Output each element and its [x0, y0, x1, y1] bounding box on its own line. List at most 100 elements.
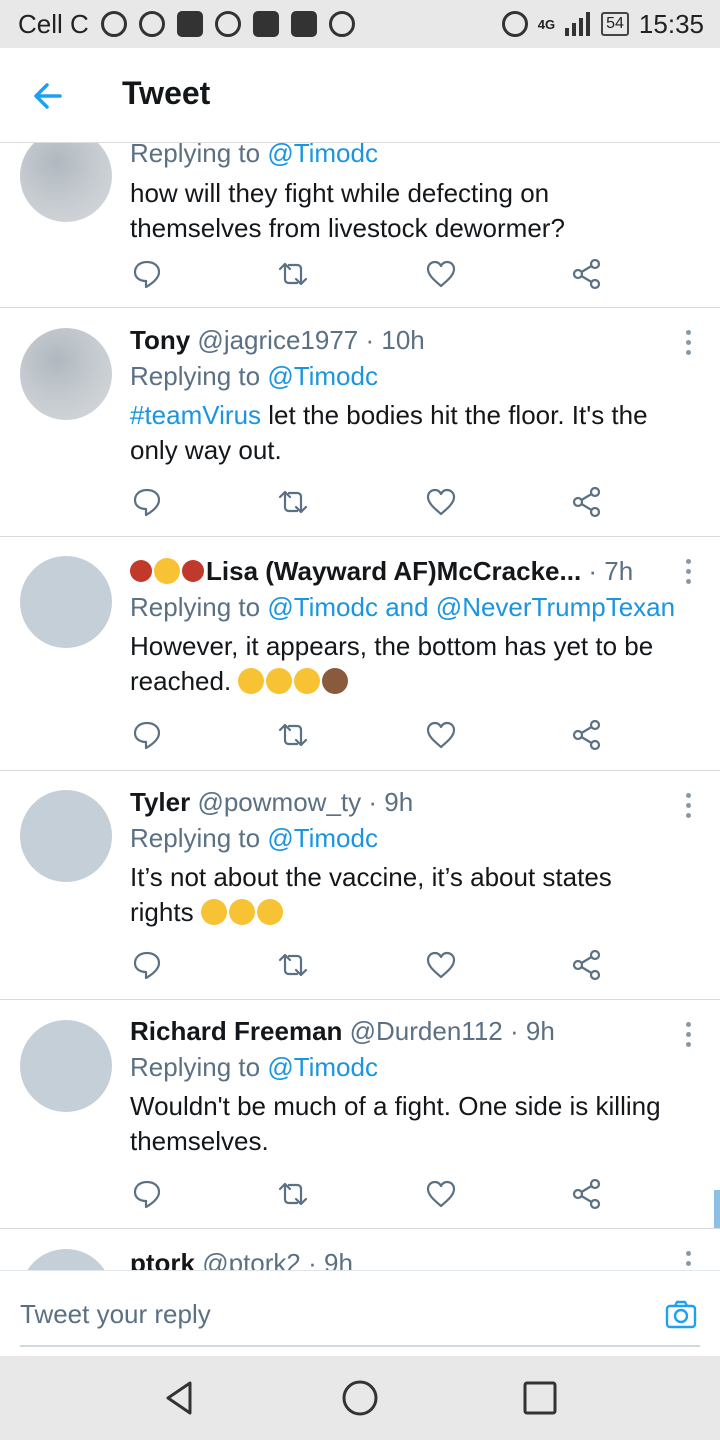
- like-button[interactable]: [424, 485, 458, 519]
- author-name[interactable]: Lisa (Wayward AF)McCracke...: [206, 556, 581, 586]
- reply-icon: [133, 721, 161, 750]
- tweet-item[interactable]: Tony @jagrice1977 · 10h Replying to @Tim…: [0, 308, 720, 537]
- tweet-time: 9h: [525, 1016, 555, 1046]
- arrow-left-icon[interactable]: [30, 78, 66, 114]
- reply-button[interactable]: [130, 1177, 164, 1211]
- author-name[interactable]: ptork: [130, 1248, 195, 1270]
- avatar[interactable]: [20, 1020, 112, 1112]
- reply-button[interactable]: [130, 948, 164, 982]
- more-vertical-icon[interactable]: [684, 793, 692, 821]
- retweet-button[interactable]: [276, 257, 310, 291]
- mention-link[interactable]: @Timodc: [267, 361, 378, 391]
- tweet-header: Tony @jagrice1977 · 10h: [130, 325, 425, 355]
- more-vertical-icon[interactable]: [684, 1022, 692, 1050]
- share-button[interactable]: [570, 1177, 604, 1211]
- reply-button[interactable]: [130, 718, 164, 752]
- retweet-icon: [278, 1182, 308, 1206]
- scroll-indicator[interactable]: [714, 1190, 720, 1228]
- avatar[interactable]: [20, 328, 112, 420]
- author-name[interactable]: Richard Freeman: [130, 1016, 342, 1046]
- author-handle[interactable]: @Durden112: [350, 1016, 503, 1046]
- recents-square-icon[interactable]: [520, 1378, 560, 1418]
- share-icon: [572, 258, 601, 290]
- more-vertical-icon[interactable]: [684, 330, 692, 358]
- avatar[interactable]: [20, 143, 112, 222]
- avatar[interactable]: [20, 556, 112, 648]
- share-button[interactable]: [570, 718, 604, 752]
- like-button[interactable]: [424, 1177, 458, 1211]
- author-name[interactable]: Tony: [130, 325, 190, 355]
- reply-icon: [133, 1180, 161, 1209]
- share-button[interactable]: [570, 948, 604, 982]
- replying-to: Replying to @Timodc: [130, 823, 378, 853]
- share-button[interactable]: [570, 257, 604, 291]
- heart-icon: [426, 1180, 456, 1208]
- like-button[interactable]: [424, 257, 458, 291]
- reply-button[interactable]: [130, 485, 164, 519]
- tweet-item[interactable]: Lisa (Wayward AF)McCracke... · 7h Replyi…: [0, 537, 720, 771]
- app-bar: Tweet: [0, 48, 720, 143]
- tweet-actions: [130, 718, 610, 752]
- reply-input[interactable]: Tweet your reply: [20, 1299, 211, 1330]
- share-button[interactable]: [570, 485, 604, 519]
- heart-icon: [426, 951, 456, 979]
- mention-link[interactable]: @Timodc: [267, 823, 378, 853]
- location-icon: [214, 11, 241, 37]
- tweet-item[interactable]: Richard Freeman @Durden112 · 9h Replying…: [0, 1000, 720, 1229]
- like-button[interactable]: [424, 948, 458, 982]
- eye-roll-emoji: [294, 668, 321, 694]
- gallery-icon: [290, 11, 317, 37]
- author-handle[interactable]: @ptork2: [202, 1248, 301, 1270]
- author-handle[interactable]: @jagrice1977: [197, 325, 358, 355]
- replying-to: Replying to @Timodc: [130, 361, 378, 391]
- tweet-header: Richard Freeman @Durden112 · 9h: [130, 1016, 555, 1046]
- tweet-actions: [130, 1177, 610, 1211]
- replying-to: Replying to @Timodc: [130, 143, 680, 171]
- reply-icon: [133, 951, 161, 980]
- back-triangle-icon[interactable]: [160, 1378, 200, 1418]
- retweet-button[interactable]: [276, 485, 310, 519]
- tweet-header: Lisa (Wayward AF)McCracke... · 7h: [130, 553, 680, 589]
- tweet-time: 7h: [604, 556, 634, 586]
- hashtag-link[interactable]: #teamVirus: [130, 400, 261, 430]
- cat-emoji: [154, 558, 180, 584]
- replies-feed[interactable]: Replying to @Timodc how will they fight …: [0, 143, 720, 1270]
- tweet-time: 9h: [324, 1248, 353, 1270]
- like-button[interactable]: [424, 718, 458, 752]
- author-handle[interactable]: @powmow_ty: [197, 787, 361, 817]
- tweet-header: Tyler @powmow_ty · 9h: [130, 787, 414, 817]
- avatar[interactable]: [20, 790, 112, 882]
- home-circle-icon[interactable]: [340, 1378, 380, 1418]
- avatar[interactable]: [20, 1249, 112, 1270]
- camera-icon[interactable]: [664, 1297, 698, 1331]
- heart-icon: [426, 488, 456, 516]
- mention-link[interactable]: @Timodc: [267, 143, 378, 168]
- retweet-button[interactable]: [276, 1177, 310, 1211]
- reply-button[interactable]: [130, 257, 164, 291]
- tweet-text: It’s not about the vaccine, it’s about s…: [130, 862, 612, 927]
- tweet-item[interactable]: ptork @ptork2 · 9h: [0, 1229, 720, 1270]
- paw-emoji: [130, 560, 152, 582]
- chrome-icon-2: [138, 11, 165, 37]
- mention-link[interactable]: @Timodc: [267, 1052, 378, 1082]
- input-underline: [20, 1345, 700, 1347]
- retweet-button[interactable]: [276, 718, 310, 752]
- tweet-item[interactable]: Tyler @powmow_ty · 9h Replying to @Timod…: [0, 771, 720, 1000]
- more-vertical-icon[interactable]: [684, 1251, 692, 1270]
- retweet-icon: [278, 490, 308, 514]
- retweet-icon: [278, 953, 308, 977]
- reply-composer[interactable]: Tweet your reply: [0, 1270, 720, 1356]
- hand-over-mouth-emoji: [266, 668, 293, 694]
- clock: 15:35: [638, 8, 704, 39]
- tweet-item[interactable]: Replying to @Timodc how will they fight …: [0, 143, 720, 308]
- author-name[interactable]: Tyler: [130, 787, 190, 817]
- share-icon: [572, 949, 601, 981]
- mention-link[interactable]: @Timodc and @NeverTrumpTexan: [267, 592, 675, 622]
- chrome-icon: [100, 11, 127, 37]
- more-vertical-icon[interactable]: [684, 559, 692, 587]
- tweet-text: #teamVirus let the bodies hit the floor.…: [130, 400, 648, 465]
- share-icon: [572, 486, 601, 518]
- retweet-button[interactable]: [276, 948, 310, 982]
- page-title: Tweet: [122, 75, 211, 111]
- tweet-time: 9h: [384, 787, 414, 817]
